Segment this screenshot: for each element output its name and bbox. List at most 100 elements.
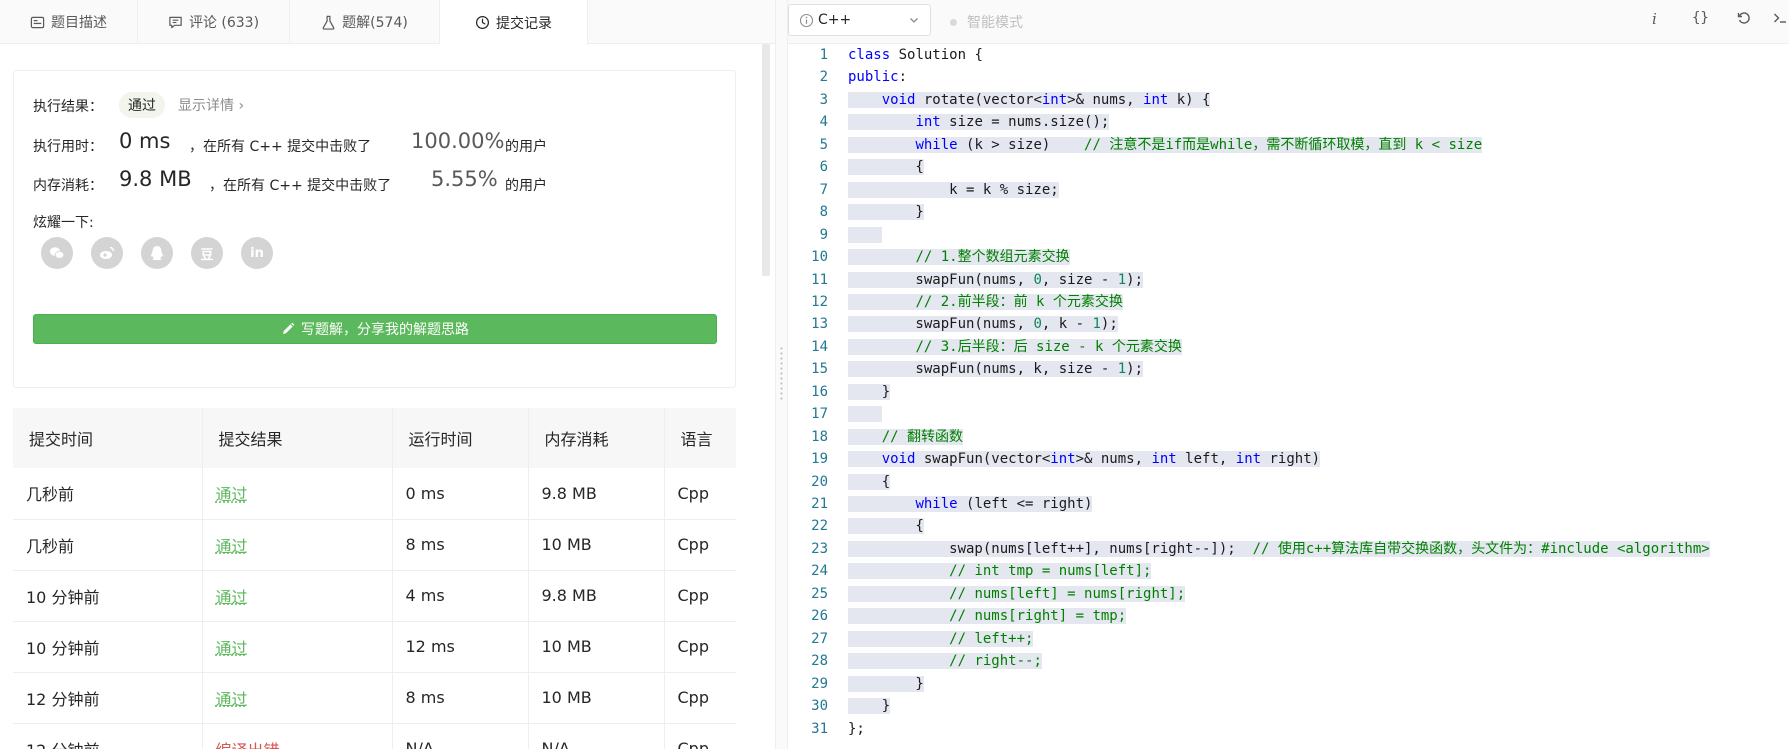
wechat-icon[interactable] [41,237,73,269]
line-number: 19 [811,451,828,468]
code-line[interactable]: 29 } [788,673,1789,696]
reset-icon[interactable] [1736,10,1752,30]
code-text: int size = nums.size(); [848,111,1110,134]
status-link[interactable]: 通过 [216,690,248,709]
tab-submissions[interactable]: 提交记录 [440,0,588,45]
line-number: 20 [811,473,828,490]
cell-memory: 10 MB [528,519,665,571]
line-number: 17 [811,406,828,423]
code-line[interactable]: 15 swapFun(nums, k, size - 1); [788,358,1789,381]
cell-status: 通过 [202,672,393,724]
toggle-dot-icon [950,18,957,26]
cell-time: 10 分钟前 [13,570,203,622]
code-line[interactable]: 12 // 2.前半段：前 k 个元素交换 [788,291,1789,314]
tab-description[interactable]: 题目描述 [0,0,138,44]
code-line[interactable]: 17 [788,403,1789,426]
cell-language: Cpp [664,723,736,749]
code-line[interactable]: 21 while (left <= right) [788,493,1789,516]
chevron-right-icon: › [238,98,245,114]
table-row: 10 分钟前 通过 4 ms 9.8 MB Cpp [13,570,736,622]
code-text: } [848,204,924,221]
code-line[interactable]: 16 } [788,381,1789,404]
chevron-down-icon [910,18,918,23]
weibo-icon[interactable] [91,237,123,269]
code-line[interactable]: 6 { [788,156,1789,179]
status-link[interactable]: 通过 [216,639,248,658]
line-number: 2 [819,69,828,86]
description-icon [30,16,45,28]
code-line[interactable]: 1 class Solution { [788,44,1789,67]
linkedin-icon[interactable]: in [241,237,273,269]
drag-handle-icon [780,346,783,402]
braces-icon[interactable]: {} [1692,10,1709,26]
cell-language: Cpp [664,519,736,571]
douban-icon[interactable]: 豆 [191,237,223,269]
language-select[interactable]: C++ [788,4,931,36]
code-line[interactable]: 14 // 3.后半段：后 size - k 个元素交换 [788,336,1789,359]
pane-resizer[interactable] [775,0,788,749]
code-line[interactable]: 8 } [788,201,1789,224]
cell-language: Cpp [664,621,736,673]
flask-icon [322,15,335,30]
console-icon[interactable] [1772,10,1788,30]
info-icon[interactable]: i [1652,10,1657,28]
cell-runtime: 12 ms [392,621,529,673]
table-row: 10 分钟前 通过 12 ms 10 MB Cpp [13,621,736,673]
tab-solutions[interactable]: 题解(574) [290,0,440,44]
code-text: void rotate(vector<int>& nums, int k) { [848,89,1211,112]
code-line[interactable]: 25 // nums[left] = nums[right]; [788,583,1789,606]
tab-comments[interactable]: 评论 (633) [138,0,290,44]
code-line[interactable]: 10 // 1.整个数组元素交换 [788,246,1789,269]
code-line[interactable]: 31}; [788,718,1789,741]
cell-status: 通过 [202,621,393,673]
code-line[interactable]: 4 int size = nums.size(); [788,111,1789,134]
left-panel: 题目描述 评论 (633) 题解(574) 提交记录 执行结果： 通过 显示详情… [0,0,775,749]
code-line[interactable]: 26 // nums[right] = tmp; [788,605,1789,628]
code-line[interactable]: 27 // left++; [788,628,1789,651]
code-line[interactable]: 20 { [788,471,1789,494]
cell-memory: N/A [528,723,665,749]
cell-runtime: 8 ms [392,519,529,571]
runtime-suffix: 的用户 [505,139,547,155]
status-link[interactable]: 通过 [216,588,248,607]
code-line[interactable]: 5 while (k > size) // 注意不是if而是while，需不断循… [788,134,1789,157]
code-line[interactable]: 22 { [788,515,1789,538]
table-row: 12 分钟前编译出错N/AN/ACpp [13,723,736,749]
code-line[interactable]: 3 void rotate(vector<int>& nums, int k) … [788,89,1789,112]
tab-comments-label: 评论 (633) [188,15,260,31]
qq-icon[interactable] [141,237,173,269]
table-header-row: 提交时间 提交结果 运行时间 内存消耗 语言 [13,408,736,468]
code-line[interactable]: 11 swapFun(nums, 0, size - 1); [788,269,1789,292]
code-line[interactable]: 24 // int tmp = nums[left]; [788,560,1789,583]
show-details-label: 显示详情 [178,98,234,114]
line-number: 21 [811,496,828,512]
status-link[interactable]: 通过 [216,485,248,504]
info-circle-icon [799,13,814,27]
memory-value: 9.8 MB [119,167,192,191]
table-row: 几秒前 通过 8 ms 10 MB Cpp [13,519,736,571]
write-solution-button[interactable]: 写题解，分享我的解题思路 [33,314,717,344]
status-link[interactable]: 通过 [216,537,248,556]
show-details-link[interactable]: 显示详情 › [178,95,244,115]
line-number: 16 [811,383,828,400]
scrollbar-thumb[interactable] [762,44,770,276]
code-line[interactable]: 23 swap(nums[left++], nums[right--]); //… [788,538,1789,561]
code-line[interactable]: 30 } [788,695,1789,718]
status-link[interactable]: 编译出错 [216,741,280,749]
cell-language: Cpp [664,672,736,724]
code-line[interactable]: 13 swapFun(nums, 0, k - 1); [788,313,1789,336]
code-line[interactable]: 2 public: [788,66,1789,89]
code-text: { [848,159,924,176]
smart-mode-toggle[interactable]: 智能模式 [950,12,1023,32]
code-editor[interactable]: C++ 智能模式 i {} 1 class Solution {2 public: 3… [788,0,1789,749]
code-line[interactable]: 18 // 翻转函数 [788,426,1789,449]
language-select-value: C++ [818,12,852,28]
code-area[interactable]: 1 class Solution {2 public: 3 void rotate(v… [788,44,1789,749]
code-line[interactable]: 9 [788,224,1789,247]
cell-runtime: 0 ms [392,468,529,520]
code-line[interactable]: 28 // right--; [788,650,1789,673]
code-line[interactable]: 7 k = k % size; [788,179,1789,202]
code-line[interactable]: 19 void swapFun(vector<int>& nums, int l… [788,448,1789,471]
line-number: 31 [811,720,828,737]
code-text: } [848,675,924,692]
